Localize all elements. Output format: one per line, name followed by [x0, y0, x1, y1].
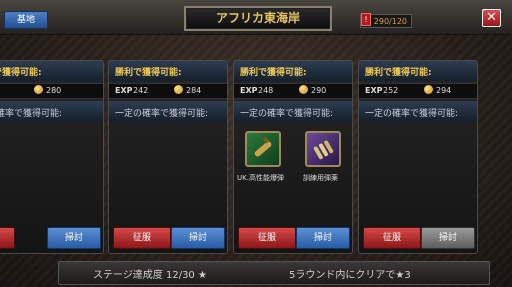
chance-reward-label: 一定の確率で獲得可能: [0, 109, 63, 119]
clear-goal-text: 5ラウンド内にクリアで★3 [289, 270, 411, 281]
bomb-graphic [254, 136, 272, 157]
chance-reward-label: 一定の確率で獲得可能: [115, 109, 209, 119]
bomb-icon[interactable] [245, 131, 281, 167]
sweep-button[interactable]: 掃討 [421, 227, 475, 249]
close-button[interactable]: ✕ [482, 9, 501, 27]
exp-value: 242 [133, 86, 149, 95]
item-name: UK.高性能爆弾 [237, 174, 284, 182]
gold-coin-icon [34, 85, 43, 94]
win-reward-label: 勝利で獲得可能: [0, 68, 42, 78]
stamina-icon: ! [361, 13, 371, 26]
gold-coin-icon [299, 85, 308, 94]
win-reward-label: 勝利で獲得可能: [365, 68, 432, 78]
win-reward-label: 勝利で獲得可能: [115, 68, 182, 78]
exp-label: EXP [115, 86, 133, 95]
stage-card[interactable]: 勝利で獲得可能: EXP 252 294 一定の確率で獲得可能: 征服 掃討 [358, 60, 478, 254]
sweep-button[interactable]: 掃討 [47, 227, 101, 249]
ammo-icon[interactable] [305, 131, 341, 167]
gold-value: 280 [46, 86, 62, 95]
conquer-button[interactable]: 征服 [113, 227, 171, 249]
chance-reward-label: 一定の確率で獲得可能: [365, 109, 459, 119]
gold-coin-icon [424, 85, 433, 94]
chance-reward-label: 一定の確率で獲得可能: [240, 109, 334, 119]
stage-card[interactable]: 勝利で獲得可能: 280 一定の確率で獲得可能: 征服 掃討 [0, 60, 104, 254]
stage-card[interactable]: 勝利で獲得可能: EXP 242 284 一定の確率で獲得可能: 征服 掃討 [108, 60, 228, 254]
stage-progress-bar: ステージ達成度 12/30 ★ 5ラウンド内にクリアで★3 [58, 261, 490, 285]
exp-label: EXP [240, 86, 258, 95]
stage-progress-text: ステージ達成度 12/30 ★ [93, 270, 207, 281]
conquer-button[interactable]: 征服 [0, 227, 15, 249]
exp-value: 252 [383, 86, 399, 95]
exp-label: EXP [365, 86, 383, 95]
base-button[interactable]: 基地 [4, 11, 48, 29]
gold-value: 284 [186, 86, 202, 95]
sweep-button[interactable]: 掃討 [171, 227, 225, 249]
exp-value: 248 [258, 86, 274, 95]
stage-card[interactable]: 勝利で獲得可能: EXP 248 290 一定の確率で獲得可能: UK.高性能爆… [233, 60, 353, 254]
conquer-button[interactable]: 征服 [238, 227, 296, 249]
gold-coin-icon [174, 85, 183, 94]
gold-value: 294 [436, 86, 452, 95]
conquer-button[interactable]: 征服 [363, 227, 421, 249]
win-reward-label: 勝利で獲得可能: [240, 68, 307, 78]
stage-title: アフリカ東海岸 [184, 6, 332, 31]
item-name: 訓練用弾薬 [303, 174, 338, 182]
gold-value: 290 [311, 86, 327, 95]
top-bar: 基地 アフリカ東海岸 290/120 ! ✕ [0, 0, 512, 35]
sweep-button[interactable]: 掃討 [296, 227, 350, 249]
ammo-graphic [313, 140, 334, 160]
